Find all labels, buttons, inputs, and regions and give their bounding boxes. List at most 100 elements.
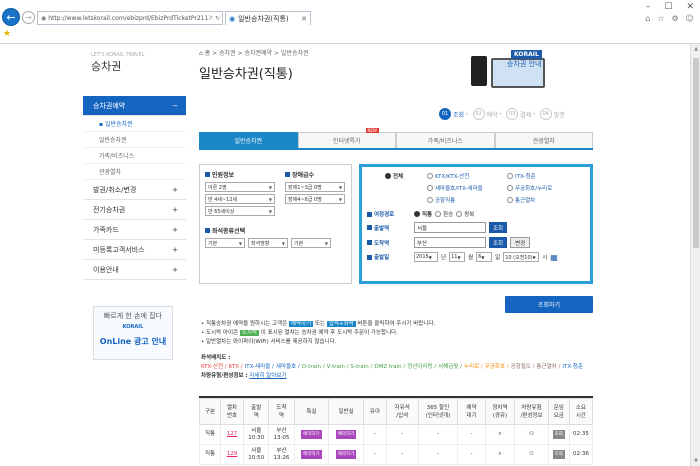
seat-direction-select[interactable]: 좌석방향 ▼ <box>248 238 288 248</box>
radio-itx-cheongchun[interactable]: ITX-청춘 <box>507 172 587 180</box>
legend-item[interactable]: 공항철도 / <box>511 364 535 370</box>
vertical-scrollbar[interactable]: ▲ ▼ <box>690 44 700 466</box>
legend-item[interactable]: 정선아리랑 / <box>407 364 436 370</box>
seat-type-select[interactable]: 기본 ▼ <box>205 238 245 248</box>
disabled-1-3-select[interactable]: 장애1~3급 0명 ▼ <box>285 182 345 192</box>
calendar-icon[interactable]: ▦ <box>550 253 558 262</box>
search-icon[interactable]: ⌕ <box>210 14 213 22</box>
promo-banner[interactable]: KORAIL 승차권 안내 <box>471 46 593 90</box>
legend-item[interactable]: DMZ train / <box>374 364 405 370</box>
first-class-reserve-button[interactable]: 예약하기 <box>301 450 322 459</box>
forward-button[interactable]: → <box>22 11 35 24</box>
train-number-link[interactable]: 129 <box>227 451 238 457</box>
year-select[interactable]: 2015 ▼ <box>414 252 438 262</box>
table-body: 직통 127 서울 10:30 부산 13:05 예약하기 예약하기 - - - - ⌕ ⚇ 조회 02:35… <box>198 424 594 465</box>
lunchbox-icon: 도시락 <box>239 330 260 336</box>
sidebar-item-guest-service[interactable]: 미등록고객서비스 + <box>83 240 186 260</box>
submenu-tour-train[interactable]: 관광열차 <box>83 164 186 180</box>
home-icon[interactable]: ⌂ <box>645 14 650 23</box>
tab-family-business[interactable]: 가족/비즈니스 <box>396 132 495 148</box>
sidebar-item-guide[interactable]: 이용안내 + <box>83 260 186 280</box>
swap-stations-button[interactable]: 변경 <box>510 237 531 248</box>
legend-item[interactable]: V-train / <box>327 364 349 370</box>
standard-reserve-button[interactable]: 예약하기 <box>335 430 357 439</box>
day-select[interactable]: 6 ▼ <box>476 252 493 262</box>
maximize-icon[interactable]: ☐ <box>664 2 672 12</box>
select-value: 장애4~6급 0명 <box>288 196 322 203</box>
sidebar-item-issue-cancel[interactable]: 발권/취소/변경 + <box>83 180 186 200</box>
favorites-star-icon[interactable]: ☆ <box>657 14 664 23</box>
sidebar-item-family-card[interactable]: 가족카드 + <box>83 220 186 240</box>
radio-round-trip[interactable]: 왕복 <box>456 210 474 218</box>
seat-attribute-select[interactable]: 기본 ▼ <box>291 238 331 248</box>
radio-direct[interactable]: 직통 <box>414 210 432 218</box>
scroll-down-icon[interactable]: ▼ <box>691 456 700 466</box>
close-tab-icon[interactable]: ✕ <box>301 15 307 23</box>
address-bar[interactable]: ◉ http://www.letskorail.com/ebizprd/Ebiz… <box>37 11 223 25</box>
legend-item[interactable]: KTX-산천 / <box>201 364 227 370</box>
first-class-reserve-button[interactable]: 예약하기 <box>301 430 322 439</box>
radio-ktx[interactable]: KTX/KTX-산천 <box>427 172 507 180</box>
section-label: 장애급수 <box>292 172 315 179</box>
sidebar-item-ticket-reservation[interactable]: 승차권예약 − <box>83 96 186 116</box>
scroll-up-icon[interactable]: ▲ <box>691 44 700 54</box>
legend-item[interactable]: 새마을호 / <box>276 364 300 370</box>
submenu-family-business[interactable]: 가족/비즈니스 <box>83 148 186 164</box>
hour-select[interactable]: 10 (오전10) ▼ <box>503 252 540 262</box>
vehicle-info-link[interactable]: 자세히 알아보기 <box>249 373 286 379</box>
online-ad-banner[interactable]: 빠르게 한 손에 잡다 KORAIL OnLine 광고 안내 <box>93 306 173 360</box>
legend-item[interactable]: S-train / <box>350 364 372 370</box>
sidebar-item-e-ticket[interactable]: 전기승차권 + <box>83 200 186 220</box>
submenu-general-ticket[interactable]: 일반승차권 <box>83 132 186 148</box>
radio-airport[interactable]: 공항직통 <box>427 196 507 204</box>
radio-mugunghwa[interactable]: 무궁화호/누리로 <box>507 184 587 192</box>
vehicle-info-icon[interactable]: ⚇ <box>529 431 534 437</box>
legend-item[interactable]: ITX-청춘 <box>562 364 583 370</box>
arrival-search-button[interactable]: 조회 <box>489 237 508 248</box>
stops-search-icon[interactable]: ⌕ <box>498 451 501 457</box>
legend-item[interactable]: O-train / <box>302 364 325 370</box>
tab-internet-special[interactable]: 인터넷특가 NEW <box>297 128 396 148</box>
tab-tour-train[interactable]: 관광열차 <box>494 132 593 148</box>
stops-search-icon[interactable]: ⌕ <box>498 431 501 437</box>
legend-item[interactable]: KTX / <box>229 364 243 370</box>
stops-cell: ⌕ <box>484 424 516 445</box>
favorites-bar-star-icon[interactable]: ★ <box>3 29 11 39</box>
month-select[interactable]: 11 ▼ <box>449 252 466 262</box>
fare-inquiry-button[interactable]: 조회 <box>552 430 565 439</box>
refresh-icon[interactable]: ↻ <box>215 15 220 22</box>
dropdown-arrow-icon: ▼ <box>338 184 342 190</box>
legend-item[interactable]: 서해금빛 / <box>438 364 462 370</box>
tab-general-ticket[interactable]: 일반승차권 <box>199 132 298 148</box>
back-button[interactable]: ← <box>2 8 20 26</box>
settings-gear-icon[interactable]: ⚙ <box>671 14 678 23</box>
minimize-icon[interactable]: – <box>646 2 651 12</box>
legend-item[interactable]: ITX-새마을 / <box>245 364 274 370</box>
standard-reserve-button[interactable]: 예약하기 <box>335 450 357 459</box>
train-number-link[interactable]: 127 <box>227 431 238 437</box>
departure-search-button[interactable]: 조회 <box>489 222 508 233</box>
legend-item[interactable]: 통근열차 / <box>537 364 561 370</box>
child-count-select[interactable]: 만 4세~12세 ▼ <box>205 194 275 204</box>
senior-count-select[interactable]: 만 65세이상 ▼ <box>205 206 275 216</box>
departure-station-input[interactable]: 서울 <box>414 222 486 233</box>
radio-saemaeul[interactable]: 새마을호/ITX-새마을 <box>427 184 507 192</box>
adult-count-select[interactable]: 어른 2명 ▼ <box>205 182 275 192</box>
browser-tab[interactable]: ◉ 일반승차권(직통) ✕ <box>225 11 311 25</box>
disabled-section: 장애급수 장애1~3급 0명 ▼ 장애4~6급 0명 ▼ <box>285 170 345 216</box>
arrival-station-input[interactable]: 부산 <box>414 237 486 248</box>
fare-inquiry-button[interactable]: 조회 <box>552 450 565 459</box>
scroll-thumb[interactable] <box>693 58 699 248</box>
legend-item[interactable]: 무궁화호 / <box>485 364 509 370</box>
vehicle-info-icon[interactable]: ⚇ <box>529 451 534 457</box>
smiley-icon[interactable]: ☺ <box>686 14 694 23</box>
radio-commuter[interactable]: 통근열차 <box>507 196 587 204</box>
close-window-icon[interactable]: ✕ <box>686 2 694 12</box>
radio-all[interactable]: 전체 <box>385 172 427 180</box>
radio-transfer[interactable]: 환승 <box>435 210 453 218</box>
legend-item[interactable]: 누리로 / <box>464 364 483 370</box>
dropdown-arrow-icon: ▼ <box>238 240 242 246</box>
submenu-general-ticket-header[interactable]: ▪ 일반승차권 <box>83 116 186 132</box>
search-button[interactable]: 조회하기 <box>505 296 593 313</box>
disabled-4-6-select[interactable]: 장애4~6급 0명 ▼ <box>285 194 345 204</box>
